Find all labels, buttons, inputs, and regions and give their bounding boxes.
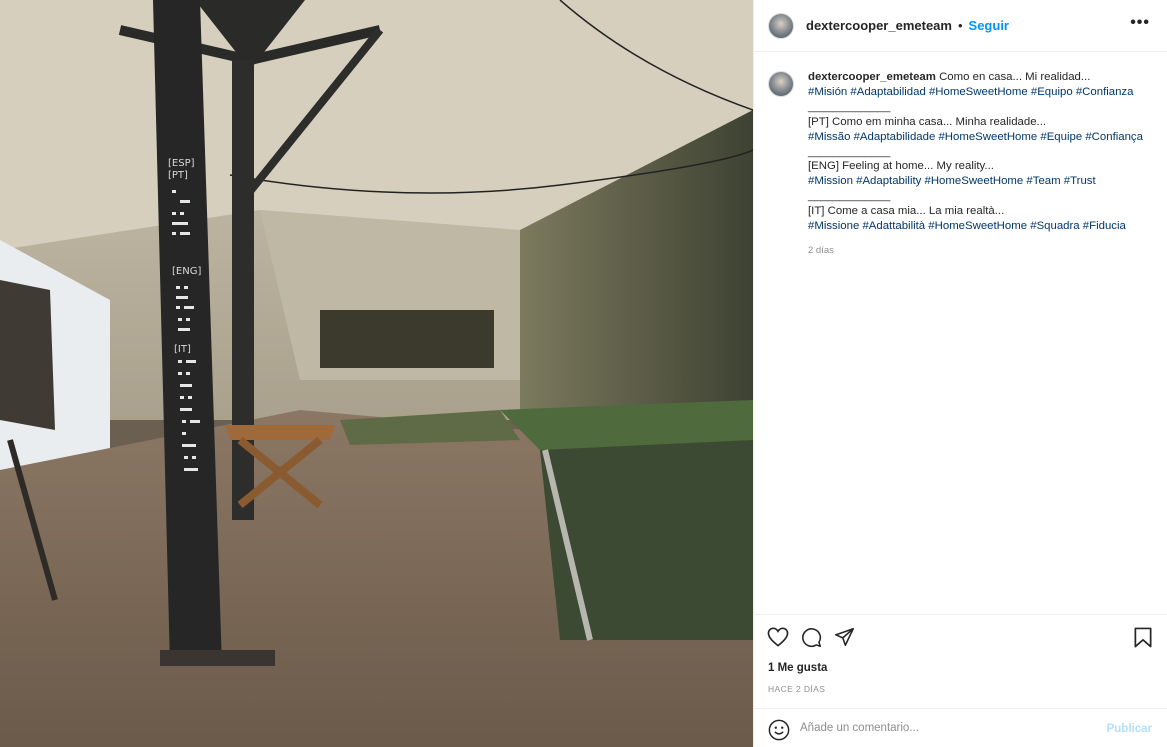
hashtags-it[interactable]: #Missione #Adattabilità #HomeSweetHome #… xyxy=(808,219,1143,234)
emoji-icon[interactable] xyxy=(768,719,790,746)
pillar-label-esp: [ESP] xyxy=(168,158,195,169)
caption-line-pt: [PT] Como em minha casa... Minha realida… xyxy=(808,115,1047,128)
header-separator: • xyxy=(957,18,963,33)
tent-interior-image: [ESP] [PT] [ENG] [IT] xyxy=(0,0,753,747)
paper-plane-icon[interactable] xyxy=(834,627,855,652)
bookmark-icon[interactable] xyxy=(1133,627,1153,653)
caption-line-it: [IT] Come a casa mia... La mia realtà... xyxy=(808,205,1005,218)
pillar-label-pt: [PT] xyxy=(168,170,188,181)
caption-username[interactable]: dextercooper_emeteam xyxy=(808,71,936,83)
caption-rule-1: _____________ xyxy=(808,100,891,113)
like-count[interactable]: 1 Me gusta xyxy=(768,662,827,674)
action-bar xyxy=(754,614,1167,660)
caption-line-es: Como en casa... Mi realidad... xyxy=(939,71,1091,83)
pillar-label-it: [IT] xyxy=(174,344,191,355)
caption-avatar[interactable] xyxy=(768,71,794,97)
comment-bar: Publicar xyxy=(754,708,1167,747)
publish-button[interactable]: Publicar xyxy=(1107,723,1152,735)
like-count-text[interactable]: 1 Me gusta xyxy=(768,662,827,674)
avatar[interactable] xyxy=(768,12,794,39)
post-caption: dextercooper_emeteam Como en casa... Mi … xyxy=(768,70,1160,259)
hashtags-en[interactable]: #Mission #Adaptability #HomeSweetHome #T… xyxy=(808,174,1143,189)
post-timestamp[interactable]: HACE 2 DÍAS xyxy=(768,684,825,694)
header-username[interactable]: dextercooper_emeteam xyxy=(806,18,952,33)
caption-text: dextercooper_emeteam Como en casa... Mi … xyxy=(808,70,1143,259)
comment-input[interactable] xyxy=(800,717,1100,739)
caption-time-ago[interactable]: 2 días xyxy=(808,244,1143,259)
follow-button[interactable]: Seguir xyxy=(969,18,1009,33)
post-photo[interactable]: [ESP] [PT] [ENG] [IT] xyxy=(0,0,753,747)
pillar-label-eng: [ENG] xyxy=(172,266,201,277)
comment-icon[interactable] xyxy=(801,627,822,653)
hashtags-pt[interactable]: #Missão #Adaptabilidade #HomeSweetHome #… xyxy=(808,130,1143,145)
post-dialog: [ESP] [PT] [ENG] [IT] dextercooper_emete… xyxy=(0,0,1167,747)
caption-rule-3: _____________ xyxy=(808,190,891,203)
post-header: dextercooper_emeteam • Seguir ••• xyxy=(754,0,1167,52)
hashtags-es[interactable]: #Misión #Adaptabilidad #HomeSweetHome #E… xyxy=(808,85,1143,100)
more-options-icon[interactable]: ••• xyxy=(1130,14,1150,32)
post-side-panel: dextercooper_emeteam • Seguir ••• dexter… xyxy=(753,0,1167,747)
heart-icon[interactable] xyxy=(767,627,789,652)
caption-rule-2: _____________ xyxy=(808,145,891,158)
caption-line-en: [ENG] Feeling at home... My reality... xyxy=(808,160,994,173)
